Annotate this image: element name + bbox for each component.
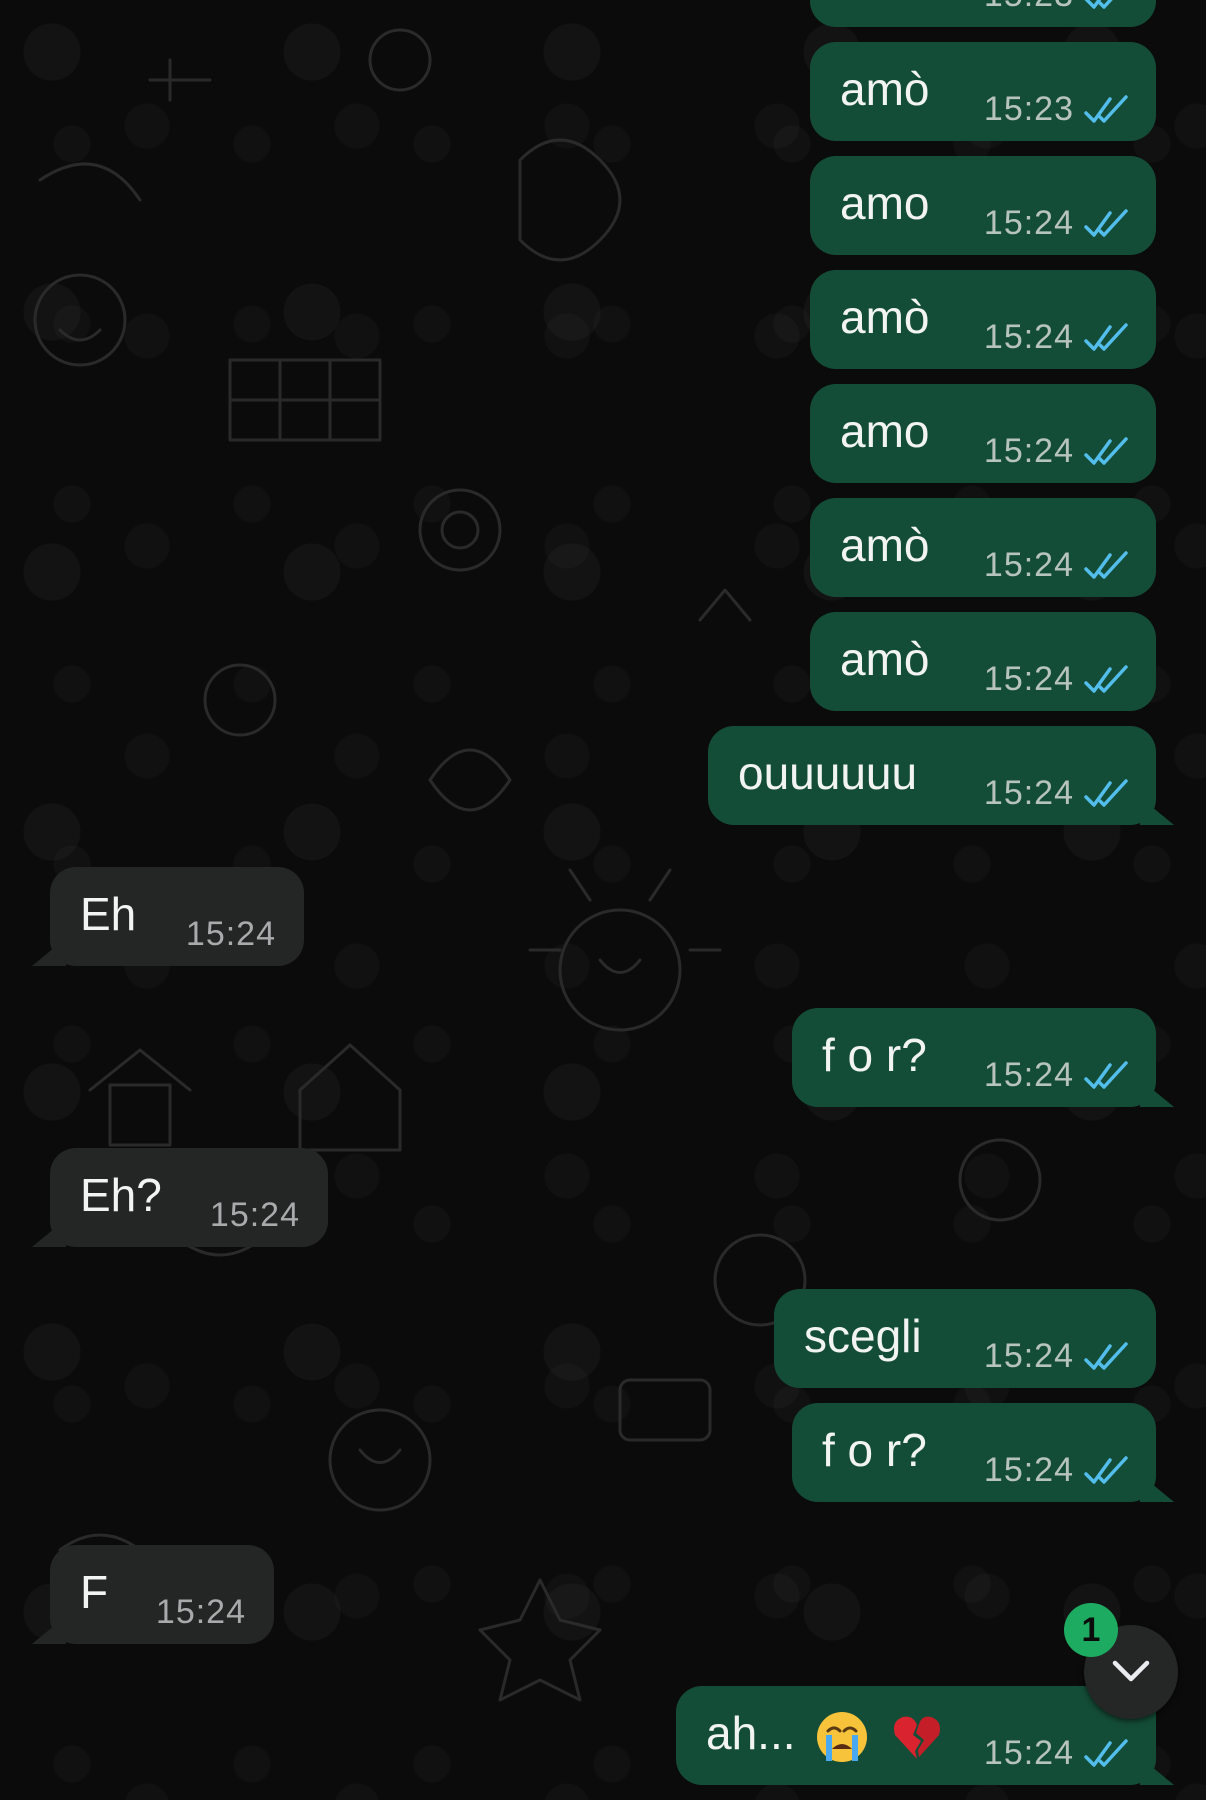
message-text-content: ah... <box>706 1707 796 1759</box>
message-time: 15:24 <box>983 660 1074 698</box>
broken-heart-emoji <box>894 1716 941 1759</box>
message-time: 15:24 <box>983 1734 1074 1772</box>
unread-count-badge: 1 <box>1064 1603 1118 1657</box>
message-text: ouuuuuu <box>738 747 918 799</box>
double-check-read-icon <box>1084 323 1128 351</box>
message-text: amo <box>840 405 930 457</box>
double-check-read-icon <box>1084 1342 1128 1370</box>
message-text: f o r? <box>822 1029 927 1081</box>
message-time: 15:24 <box>983 1451 1074 1489</box>
message-bubble-incoming[interactable]: Eh? 15:24 <box>32 1148 328 1247</box>
message-bubble-outgoing[interactable]: amò 15:24 <box>810 270 1156 369</box>
message-time: 15:24 <box>185 915 276 953</box>
message-time: 15:24 <box>983 318 1074 356</box>
message-text: scegli <box>804 1310 922 1362</box>
double-check-read-icon <box>1084 1739 1128 1767</box>
double-check-read-icon <box>1084 0 1113 9</box>
message-bubble-outgoing[interactable]: amo 15:24 <box>810 384 1156 483</box>
message-text: ah... <box>706 1708 945 1765</box>
message-time: 15:24 <box>983 1056 1074 1094</box>
message-time: 15:23 <box>984 0 1074 13</box>
chevron-down-icon <box>1112 1660 1150 1682</box>
message-bubble-outgoing[interactable]: amò 15:24 <box>810 612 1156 711</box>
message-time: 15:24 <box>983 204 1074 242</box>
message-time: 15:24 <box>983 546 1074 584</box>
double-check-read-icon <box>1084 437 1128 465</box>
message-time: 15:23 <box>983 90 1074 128</box>
message-text: F <box>80 1566 109 1618</box>
message-text: amo <box>840 177 930 229</box>
double-check-read-icon <box>1084 209 1128 237</box>
message-bubble-outgoing[interactable]: scegli 15:24 <box>774 1289 1156 1388</box>
double-check-read-icon <box>1084 1456 1128 1484</box>
message-time: 15:24 <box>209 1196 300 1234</box>
message-text: f o r? <box>822 1424 927 1476</box>
message-time: 15:24 <box>983 1337 1074 1375</box>
double-check-read-icon <box>1084 551 1128 579</box>
message-bubble-incoming[interactable]: Eh 15:24 <box>32 867 304 966</box>
chat-messages: 15:23 amò 15:23 amo 15:24 amò 15:24 amo … <box>0 0 1206 1800</box>
message-bubble-incoming[interactable]: F 15:24 <box>32 1545 274 1644</box>
message-bubble-outgoing[interactable]: ouuuuuu 15:24 <box>708 726 1174 825</box>
double-check-read-icon <box>1084 665 1128 693</box>
double-check-read-icon <box>1084 1061 1128 1089</box>
message-bubble-outgoing[interactable]: amò 15:24 <box>810 498 1156 597</box>
message-text: amò <box>840 519 930 571</box>
message-time: 15:24 <box>983 774 1074 812</box>
double-check-read-icon <box>1084 779 1128 807</box>
double-check-read-icon <box>1084 95 1128 123</box>
message-time: 15:24 <box>983 432 1074 470</box>
message-text: amò <box>840 63 930 115</box>
message-bubble-outgoing[interactable]: 15:23 <box>810 0 1156 27</box>
message-bubble-outgoing[interactable]: f o r? 15:24 <box>792 1008 1174 1107</box>
crying-face-emoji <box>817 1711 868 1762</box>
message-text: amò <box>840 291 930 343</box>
message-time: 15:24 <box>155 1593 246 1631</box>
message-text: amò <box>840 633 930 685</box>
message-bubble-outgoing[interactable]: amo 15:24 <box>810 156 1156 255</box>
message-text: Eh? <box>80 1169 162 1221</box>
message-bubble-outgoing[interactable]: ah... 15:24 <box>676 1686 1174 1785</box>
message-bubble-outgoing[interactable]: f o r? 15:24 <box>792 1403 1174 1502</box>
message-text: Eh <box>80 888 137 940</box>
message-bubble-outgoing[interactable]: amò 15:23 <box>810 42 1156 141</box>
